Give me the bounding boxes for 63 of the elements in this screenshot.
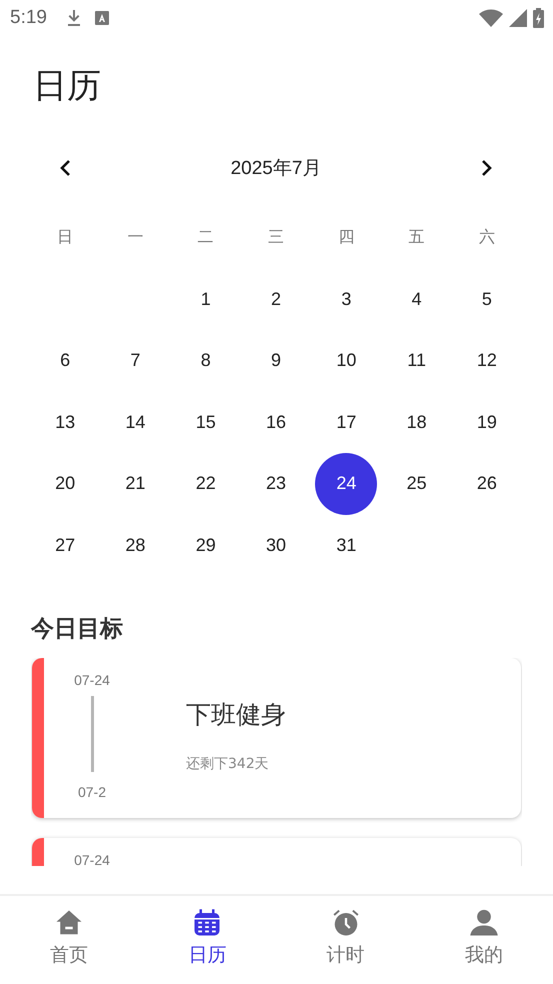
calendar-day[interactable]: 3 [315, 268, 378, 330]
section-title: 今日目标 [31, 615, 124, 644]
calendar-day[interactable]: 30 [245, 514, 308, 576]
goal-card[interactable]: 07-24 07-2 下班健身 还剩下342天 [32, 658, 521, 818]
calendar-day[interactable]: 24 [315, 452, 378, 515]
calendar-day[interactable]: 20 [34, 452, 96, 515]
calendar-day[interactable]: 4 [386, 268, 448, 330]
calendar-day[interactable]: 17 [315, 391, 378, 454]
calendar-day[interactable]: 15 [174, 391, 237, 454]
nav-tab[interactable]: 我的 [414, 896, 553, 984]
calendar-day[interactable]: 25 [386, 452, 448, 515]
calendar-day[interactable]: 1 [174, 268, 237, 330]
calendar-day[interactable]: 12 [456, 330, 518, 392]
days-remaining: 还剩下342天 [186, 755, 270, 773]
battery-icon [533, 8, 544, 28]
status-time: 5:19 [10, 7, 47, 29]
calendar-day[interactable]: 5 [456, 268, 518, 330]
signal-icon [509, 9, 527, 27]
calendar-day[interactable]: 21 [104, 452, 166, 515]
weekday-label: 二 [198, 227, 214, 248]
calendar-day[interactable]: 22 [174, 452, 237, 515]
chevron-right-icon[interactable] [481, 159, 493, 177]
nav-tab[interactable]: 计时 [276, 896, 415, 984]
calendar-day[interactable]: 16 [245, 391, 308, 454]
calendar-day[interactable]: 7 [104, 330, 166, 392]
weekday-label: 三 [268, 227, 284, 248]
month-label: 2025年7月 [230, 157, 322, 181]
calendar-day[interactable]: 29 [174, 514, 237, 576]
alarm-clock-icon [330, 908, 361, 938]
weekday-label: 六 [478, 227, 495, 248]
wifi-icon [479, 9, 503, 27]
calendar-day[interactable]: 27 [34, 514, 96, 576]
calendar-day[interactable]: 23 [245, 452, 308, 515]
weekday-label: 一 [127, 227, 144, 248]
calendar-day[interactable]: 31 [315, 514, 378, 576]
goal-card[interactable]: 07-24 [32, 838, 521, 866]
calendar-day[interactable]: 19 [456, 391, 518, 454]
nav-tab[interactable]: 日历 [138, 896, 276, 984]
calendar-day[interactable]: 14 [104, 391, 166, 454]
text-box-icon [94, 11, 109, 25]
calendar-icon [192, 908, 222, 938]
weekday-label: 四 [338, 227, 354, 248]
calendar-day[interactable]: 28 [104, 514, 166, 576]
weekday-label: 五 [408, 227, 425, 248]
calendar-day[interactable]: 18 [386, 391, 448, 454]
calendar-day[interactable]: 13 [34, 391, 96, 454]
calendar-day[interactable]: 6 [34, 330, 96, 392]
weekday-label: 日 [57, 227, 74, 248]
goal-name: 下班健身 [186, 699, 286, 731]
person-icon [468, 908, 499, 938]
end-date: 07-2 [78, 784, 106, 800]
nav-tab[interactable]: 首页 [0, 896, 138, 984]
calendar-day[interactable]: 11 [386, 330, 448, 392]
download-icon [66, 10, 81, 26]
calendar-day[interactable]: 9 [245, 330, 308, 392]
calendar-day[interactable]: 10 [315, 330, 378, 392]
chevron-left-icon[interactable] [59, 159, 71, 177]
calendar-day[interactable]: 2 [245, 268, 308, 330]
page-title: 日历 [33, 65, 102, 108]
calendar-day[interactable]: 26 [456, 452, 518, 515]
calendar-day[interactable]: 8 [174, 330, 237, 392]
start-date: 07-24 [74, 672, 110, 688]
start-date: 07-24 [74, 852, 110, 866]
